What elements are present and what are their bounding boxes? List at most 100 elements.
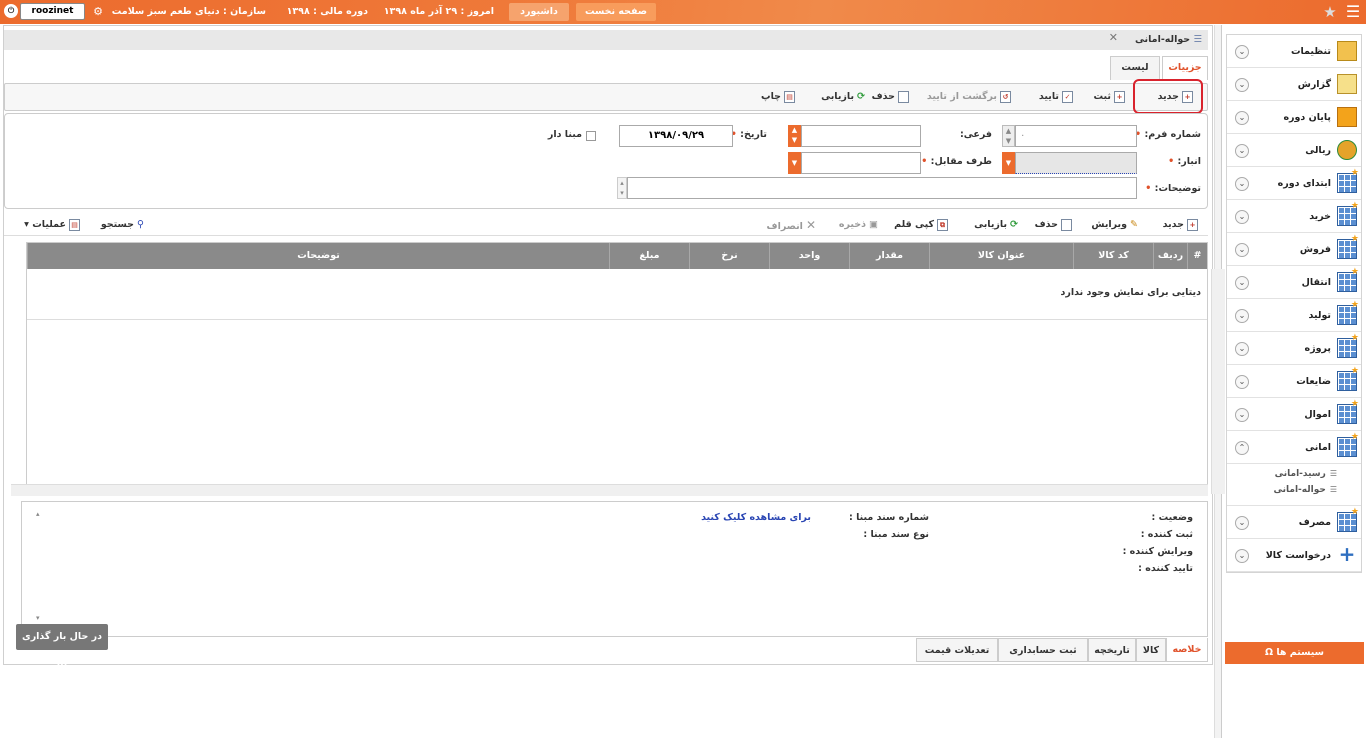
sidebar-item-project[interactable]: پروژه ⌄ (1227, 332, 1361, 365)
delete-button[interactable]: حذف (872, 84, 909, 110)
column-header-quantity[interactable]: مقدار (849, 243, 929, 269)
sidebar-item-label: امانی (1305, 441, 1331, 453)
warehouse-dropdown-button[interactable]: ▼ (1002, 152, 1015, 174)
save-button[interactable]: +ثبت (1093, 84, 1125, 110)
source-doc-link[interactable]: برای مشاهده کلیک کنید (701, 512, 811, 523)
tab-history[interactable]: تاریخچه (1088, 638, 1136, 662)
copy-item-button[interactable]: ⧉کپی قلم (894, 212, 948, 238)
item-delete-label: حذف (1034, 219, 1058, 230)
counterparty-dropdown-button[interactable]: ▼ (788, 152, 801, 174)
form-number-stepper[interactable]: ▲ ▼ (1002, 125, 1015, 147)
print-button[interactable]: ▤چاپ (761, 84, 795, 110)
column-header-rate[interactable]: نرخ (689, 243, 769, 269)
refresh-button[interactable]: ⟳بازیابی (821, 84, 865, 110)
form-number-input[interactable]: ۰ (1015, 125, 1137, 147)
grid-horizontal-scrollbar[interactable] (11, 484, 1208, 496)
sidebar-item-purchase[interactable]: خرید ⌄ (1227, 200, 1361, 233)
chevron-down-icon[interactable]: ⌄ (1235, 243, 1249, 257)
operations-button[interactable]: ▤عملیات ▾ (24, 212, 80, 238)
chevron-down-icon[interactable]: ⌄ (1235, 309, 1249, 323)
operations-icon: ▤ (69, 218, 80, 231)
gear-icon[interactable]: ⚙ (91, 0, 105, 24)
sidebar-item-rial[interactable]: ریالی ⌄ (1227, 134, 1361, 167)
chevron-down-icon[interactable]: ⌄ (1235, 45, 1249, 59)
sidebar-item-waste[interactable]: ضایعات ⌄ (1227, 365, 1361, 398)
chevron-down-icon: ▾ (24, 219, 29, 230)
dashboard-button[interactable]: داشبورد (509, 3, 569, 21)
sidebar-item-consignment[interactable]: امانی ⌃ (1227, 431, 1361, 464)
date-input[interactable]: ۱۳۹۸/۰۹/۲۹ (619, 125, 733, 147)
star-icon[interactable]: ★ (1320, 0, 1340, 24)
column-header-amount[interactable]: مبلغ (609, 243, 689, 269)
home-button[interactable]: صفحه نخست (576, 3, 656, 21)
chevron-down-icon[interactable]: ⌄ (1235, 408, 1249, 422)
grid-vertical-scrollbar[interactable] (1211, 269, 1225, 494)
summary-panel: وضعیت : ثبت کننده : ویرایش کننده : تایید… (21, 501, 1208, 637)
sidebar-item-assets[interactable]: اموال ⌄ (1227, 398, 1361, 431)
tab-list[interactable]: لیست (1110, 56, 1160, 80)
chevron-down-icon[interactable]: ⌄ (1235, 144, 1249, 158)
chevron-down-icon[interactable]: ⌄ (1235, 549, 1249, 563)
tab-summary[interactable]: خلاصه (1166, 638, 1208, 662)
column-header-item-code[interactable]: کد کالا (1073, 243, 1153, 269)
sidebar-item-consumption[interactable]: مصرف ⌄ (1227, 506, 1361, 539)
sidebar-item-report[interactable]: گزارش ⌄ (1227, 68, 1361, 101)
sidebar-item-production[interactable]: تولید ⌄ (1227, 299, 1361, 332)
item-save-button[interactable]: ▣ذخیره (839, 212, 878, 238)
chevron-down-icon[interactable]: ⌄ (1235, 516, 1249, 530)
counterparty-label: طرف مقابل: • (921, 156, 992, 167)
warehouse-select[interactable] (1015, 152, 1137, 174)
tab-accounting-entry[interactable]: ثبت حسابداری (998, 638, 1088, 662)
sidebar-item-period-end[interactable]: پایان دوره ⌄ (1227, 101, 1361, 134)
summary-scroll-down-icon[interactable]: ▾ (36, 614, 40, 622)
window-title-text: حواله-امانی (1134, 34, 1191, 45)
sidebar-item-goods-request[interactable]: + درخواست کالا ⌄ (1227, 539, 1361, 572)
sidebar-item-transfer[interactable]: انتقال ⌄ (1227, 266, 1361, 299)
submenu-item-consignment-issue[interactable]: ☰حواله-امانی (1227, 482, 1361, 498)
column-header-row[interactable]: ردیف (1153, 243, 1187, 269)
chevron-down-icon[interactable]: ⌄ (1235, 111, 1249, 125)
pencil-icon: ✎ (1130, 219, 1138, 230)
item-new-button[interactable]: +جدید (1163, 212, 1198, 238)
item-edit-button[interactable]: ✎ویرایش (1091, 212, 1138, 238)
hamburger-menu-icon[interactable]: ☰ (1344, 0, 1362, 24)
item-save-label: ذخیره (838, 219, 867, 230)
tab-goods[interactable]: کالا (1136, 638, 1166, 662)
item-delete-button[interactable]: حذف (1035, 212, 1072, 238)
search-button[interactable]: ⚲جستجو (101, 212, 144, 238)
sidebar-item-sales[interactable]: فروش ⌄ (1227, 233, 1361, 266)
submenu-item-consignment-receipt[interactable]: ☰رسید-امانی (1227, 466, 1361, 482)
chevron-up-icon[interactable]: ⌃ (1235, 441, 1249, 455)
close-icon[interactable]: ✕ (1109, 31, 1118, 44)
tab-details[interactable]: جزییات (1162, 56, 1208, 80)
chevron-down-icon[interactable]: ⌄ (1235, 375, 1249, 389)
item-refresh-button[interactable]: ⟳بازیابی (974, 212, 1018, 238)
subsidiary-input[interactable] (801, 125, 921, 147)
sidebar-item-period-start[interactable]: ابتدای دوره ⌄ (1227, 167, 1361, 200)
username-box[interactable]: roozinet (20, 3, 85, 20)
chevron-down-icon[interactable]: ⌄ (1235, 342, 1249, 356)
column-header-hash[interactable]: # (1187, 243, 1207, 269)
chevron-down-icon[interactable]: ⌄ (1235, 177, 1249, 191)
column-header-unit[interactable]: واحد (769, 243, 849, 269)
approve-button[interactable]: ✓تایید (1039, 84, 1073, 110)
column-header-description[interactable]: توضیحات (27, 243, 609, 269)
search-label: جستجو (100, 219, 135, 230)
counterparty-select[interactable] (801, 152, 921, 174)
summary-scroll-up-icon[interactable]: ▴ (36, 510, 40, 518)
chevron-down-icon[interactable]: ⌄ (1235, 210, 1249, 224)
tab-price-adjustments[interactable]: تعدیلات قیمت (916, 638, 998, 662)
has-source-checkbox[interactable] (586, 131, 596, 141)
item-cancel-button[interactable]: ✕انصراف (767, 212, 816, 238)
revert-approval-button[interactable]: ↺برگشت از تایید (927, 84, 1011, 110)
chevron-down-icon[interactable]: ⌄ (1235, 276, 1249, 290)
systems-button[interactable]: سیستم ها Ω (1225, 642, 1364, 664)
description-input[interactable] (627, 177, 1137, 199)
subsidiary-stepper[interactable]: ▲ ▼ (788, 125, 801, 147)
chevron-down-icon[interactable]: ⌄ (1235, 78, 1249, 92)
item-edit-label: ویرایش (1091, 219, 1128, 230)
column-header-item-title[interactable]: عنوان کالا (929, 243, 1073, 269)
power-icon[interactable]: ⏻ (4, 4, 18, 18)
description-scroll[interactable]: ▴ ▾ (617, 177, 627, 199)
sidebar-item-settings[interactable]: تنظیمات ⌄ (1227, 35, 1361, 68)
